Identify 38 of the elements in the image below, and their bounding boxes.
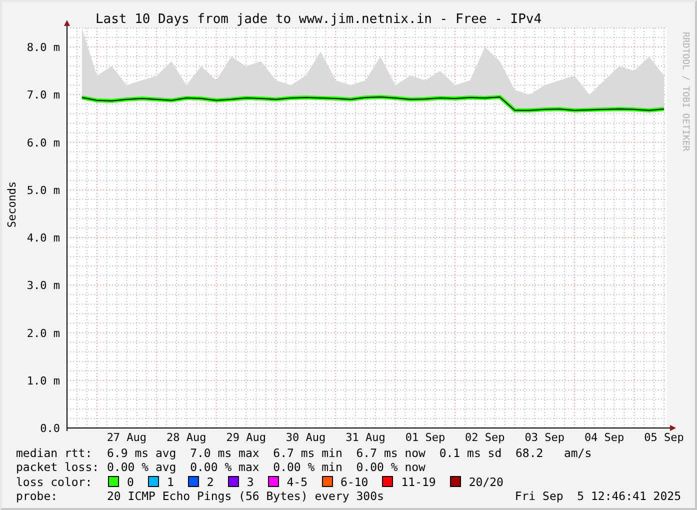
axis-label: 01 Sep	[405, 431, 446, 444]
stat-label: packet loss:	[16, 460, 100, 475]
axis-label: 27 Aug	[106, 431, 147, 444]
axis-label: 0.0	[40, 422, 60, 435]
axis-label: 31 Aug	[346, 431, 386, 444]
timestamp: Fri Sep 5 12:46:41 2025	[514, 488, 681, 504]
axis-label: 2.0 m	[26, 326, 60, 340]
legend-text: 0	[127, 474, 134, 489]
axis-label: 5.0 m	[26, 184, 60, 197]
legend-text: 1	[166, 474, 174, 489]
legend-text: 2	[206, 474, 214, 489]
axis-label: 3.0 m	[26, 279, 60, 292]
axis-label: 04 Sep	[584, 431, 624, 444]
axis-label: 30 Aug	[286, 431, 326, 444]
axis-label: 03 Sep	[524, 431, 564, 444]
graph-title: Last 10 Days from jade to www.jim.netnix.in - Free - IPv4	[95, 12, 542, 24]
legend-text: 6-10	[340, 474, 368, 489]
axis-label: 1.0 m	[26, 374, 60, 388]
axis-label: 29 Aug	[226, 431, 266, 444]
axis-label: 7.0 m	[26, 88, 60, 102]
credit-text: RRDTOOL / TOBI OETIKER	[680, 32, 690, 152]
legend-text: 20/20	[468, 474, 504, 489]
axis-label: 28 Aug	[166, 431, 206, 444]
axis-label: 8.0 m	[26, 41, 60, 54]
legend-text: 4-5	[286, 474, 308, 489]
axis-label: 02 Sep	[465, 431, 505, 444]
stat-values: 0.00 % avg 0.00 % max 0.00 % min 0.00 % now	[107, 460, 426, 475]
axis-label: 6.0 m	[26, 136, 60, 150]
legend-label: loss color:	[16, 474, 94, 489]
stat-label: median rtt:	[16, 446, 94, 460]
axis-title: Seconds	[6, 180, 18, 228]
legend-text: 3	[246, 474, 254, 489]
stat-values: 6.9 ms avg 7.0 ms max 6.7 ms min 6.7 ms now 0.1 ms sd 68.2 am/s	[107, 446, 592, 460]
probe-label: probe:	[16, 488, 59, 504]
axis-label: 4.0 m	[26, 232, 60, 245]
probe-text: 20 ICMP Echo Pings (56 Bytes) every 300s	[107, 488, 384, 504]
legend-text: 11-19	[401, 474, 436, 489]
axis-label: 05 Sep	[644, 431, 684, 444]
